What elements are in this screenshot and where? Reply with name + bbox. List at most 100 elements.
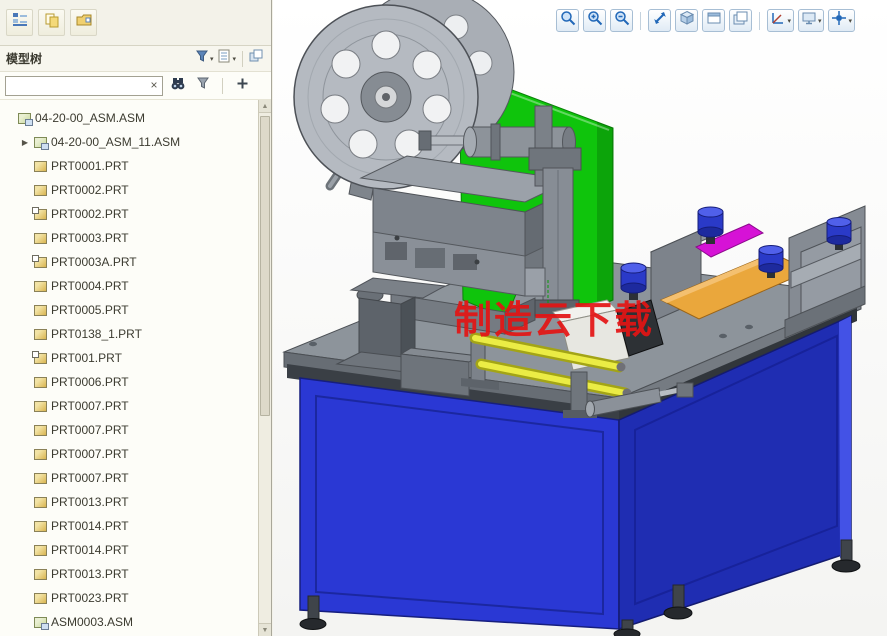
tree-search-input[interactable]	[5, 75, 163, 96]
graphics-area[interactable]: 制造云下载	[273, 0, 887, 636]
scrollbar-down-arrow[interactable]: ▼	[259, 623, 271, 636]
panel-options-icon	[249, 49, 263, 68]
tree-item[interactable]: PRT0002.PRT	[0, 178, 258, 202]
tree-item-label: PRT0014.PRT	[51, 543, 129, 557]
zoom-window-button[interactable]	[556, 9, 580, 32]
tree-item-label: ASM0003.ASM	[51, 615, 134, 629]
assembly-icon	[34, 136, 49, 150]
model-tree-toggle-button[interactable]	[6, 9, 33, 36]
open-folder-button[interactable]	[70, 9, 97, 36]
tree-scrollbar[interactable]: ▲ ▼	[258, 100, 271, 636]
zoom-out-button[interactable]	[610, 9, 634, 32]
tree-item[interactable]: PRT0014.PRT	[0, 514, 258, 538]
tree-item[interactable]: PRT0006.PRT	[0, 370, 258, 394]
navigator-toolbar	[0, 0, 271, 46]
named-views-button[interactable]	[702, 9, 726, 32]
part-icon	[34, 280, 47, 292]
spin-center-button[interactable]	[828, 9, 855, 32]
refit-icon	[652, 10, 668, 31]
part-icon	[34, 400, 47, 412]
tree-item[interactable]: PRT0013.PRT	[0, 490, 258, 514]
zoom-in-button[interactable]	[583, 9, 607, 32]
part-icon	[32, 254, 47, 268]
tree-item-label: PRT0013.PRT	[51, 567, 129, 581]
tree-item[interactable]: PRT0013.PRT	[0, 562, 258, 586]
tree-item[interactable]: 04-20-00_ASM.ASM	[0, 106, 258, 130]
tree-filters-button[interactable]	[193, 49, 216, 69]
tree-item[interactable]: PRT0014.PRT	[0, 538, 258, 562]
tree-item-label: 04-20-00_ASM.ASM	[35, 111, 146, 125]
application-window: 模型树 ×	[0, 0, 887, 636]
zoom-out-icon	[614, 10, 630, 31]
part-icon	[34, 448, 47, 460]
saved-orientations-button[interactable]	[797, 9, 825, 32]
tree-item-label: PRT0005.PRT	[51, 303, 129, 317]
tree-item[interactable]: PRT0007.PRT	[0, 466, 258, 490]
tree-item-label: PRT0007.PRT	[51, 423, 129, 437]
model-tree-toggle-icon	[12, 12, 28, 33]
tree-filters-icon	[195, 49, 209, 68]
part-icon	[34, 592, 47, 604]
search-separator	[222, 77, 223, 94]
part-icon	[34, 472, 47, 484]
find-button[interactable]	[168, 76, 188, 96]
open-folder-icon	[76, 12, 92, 33]
header-separator	[242, 50, 243, 67]
part-icon	[34, 232, 47, 244]
add-button[interactable]	[232, 76, 252, 96]
zoom-in-icon	[587, 10, 603, 31]
clear-search-button[interactable]: ×	[147, 78, 161, 93]
tree-item-label: PRT0003.PRT	[51, 231, 129, 245]
tree-item-label: PRT0001.PRT	[51, 159, 129, 173]
tree-item-label: PRT0014.PRT	[51, 519, 129, 533]
part-icon	[34, 520, 47, 532]
tree-item[interactable]: PRT0003A.PRT	[0, 250, 258, 274]
assembly-icon	[34, 616, 49, 630]
tree-item[interactable]: PRT0004.PRT	[0, 274, 258, 298]
part-icon	[34, 160, 47, 172]
display-style-button[interactable]	[675, 9, 699, 32]
model-tree-title: 模型树	[6, 52, 43, 66]
tree-item[interactable]: PRT0007.PRT	[0, 442, 258, 466]
part-icon	[34, 304, 47, 316]
tree-item[interactable]: ASM0003.ASM	[0, 610, 258, 634]
tree-item[interactable]: PRT0023.PRT	[0, 586, 258, 610]
tree-item[interactable]: PRT0001.PRT	[0, 154, 258, 178]
tree-item[interactable]: PRT0138_1.PRT	[0, 322, 258, 346]
machine-3d-view[interactable]	[273, 0, 887, 636]
part-icon	[34, 544, 47, 556]
part-icon	[34, 424, 47, 436]
tree-item[interactable]: PRT0007.PRT	[0, 418, 258, 442]
tree-item-label: PRT0002.PRT	[51, 183, 129, 197]
filter-button[interactable]	[193, 76, 213, 96]
model-tree-header: 模型树	[0, 46, 271, 72]
front-bracket[interactable]	[399, 347, 481, 397]
scrollbar-up-arrow[interactable]: ▲	[259, 100, 271, 113]
refresh-tree-button[interactable]	[38, 9, 65, 36]
datum-display-icon	[770, 10, 786, 31]
tree-item-label: PRT001.PRT	[51, 351, 122, 365]
tree-item[interactable]: PRT0002.PRT	[0, 202, 258, 226]
tree-item[interactable]: ▶ 04-20-00_ASM_11.ASM	[0, 130, 258, 154]
find-icon	[170, 76, 186, 96]
tree-expand-arrow[interactable]: ▶	[20, 138, 30, 147]
tree-item[interactable]: PRT001.PRT	[0, 346, 258, 370]
tree-item-label: 04-20-00_ASM_11.ASM	[51, 135, 181, 149]
tree-item[interactable]: PRT0007.PRT	[0, 394, 258, 418]
add-icon	[236, 77, 249, 95]
scrollbar-thumb[interactable]	[260, 116, 270, 416]
refit-button[interactable]	[648, 9, 672, 32]
tree-item-label: PRT0023.PRT	[51, 591, 129, 605]
panel-options-button[interactable]	[247, 49, 265, 69]
tree-item[interactable]: PRT0003.PRT	[0, 226, 258, 250]
view-manager-button[interactable]	[729, 9, 753, 32]
named-views-icon	[706, 10, 722, 31]
datum-display-button[interactable]	[767, 9, 794, 32]
part-icon	[34, 496, 47, 508]
tree-item-label: PRT0138_1.PRT	[51, 327, 142, 341]
tree-columns-button[interactable]	[215, 49, 238, 69]
part-icon	[34, 184, 47, 196]
tree-columns-icon	[217, 49, 231, 68]
part-icon	[34, 328, 47, 340]
tree-item[interactable]: PRT0005.PRT	[0, 298, 258, 322]
